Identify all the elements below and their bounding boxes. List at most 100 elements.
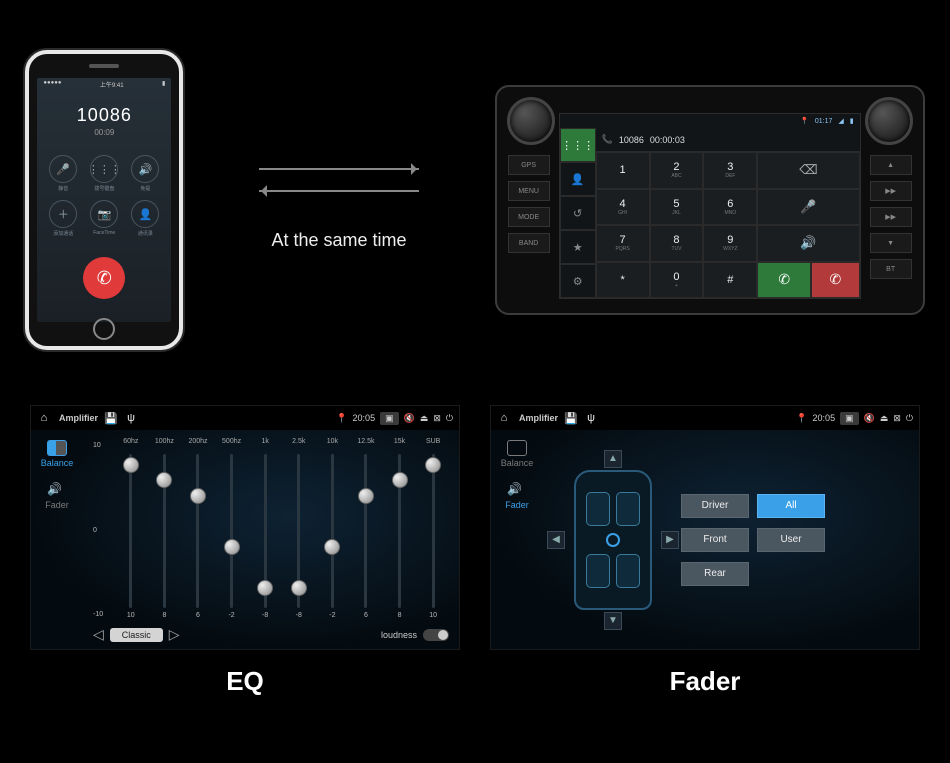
nav-fader[interactable]: Fader: [45, 482, 69, 510]
key-*[interactable]: *: [596, 262, 650, 299]
key-7[interactable]: 7PQRS: [596, 225, 650, 262]
preset-user[interactable]: User: [757, 528, 825, 552]
eq-slider-knob[interactable]: [392, 472, 408, 488]
eject-icon[interactable]: ⏏: [420, 413, 429, 424]
eq-slider[interactable]: [264, 454, 267, 608]
usb-icon[interactable]: ψ: [124, 412, 138, 424]
key-6[interactable]: 6MNO: [703, 189, 757, 226]
preset-front[interactable]: Front: [681, 528, 749, 552]
eq-slider-knob[interactable]: [156, 472, 172, 488]
hu-right-btn-0[interactable]: ▲: [870, 155, 912, 175]
eq-slider-knob[interactable]: [123, 457, 139, 473]
fader-position[interactable]: [606, 533, 620, 547]
fader-left[interactable]: ◀: [547, 531, 565, 549]
nav-fader[interactable]: Fader: [505, 482, 529, 510]
eq-slider[interactable]: [331, 454, 334, 608]
eq-slider-knob[interactable]: [224, 539, 240, 555]
eq-slider-knob[interactable]: [291, 580, 307, 596]
key-5[interactable]: 5JKL: [650, 189, 704, 226]
preset-rear[interactable]: Rear: [681, 562, 749, 586]
hu-btn-gps[interactable]: GPS: [508, 155, 550, 175]
eq-slider[interactable]: [230, 454, 233, 608]
key-answer[interactable]: ✆: [757, 262, 811, 299]
hu-btn-band[interactable]: BAND: [508, 233, 550, 253]
nav-balance[interactable]: Balance: [41, 440, 74, 468]
hu-right-btn-3[interactable]: ▼: [870, 233, 912, 253]
key-8[interactable]: 8TUV: [650, 225, 704, 262]
fader-down[interactable]: ▼: [604, 612, 622, 630]
key-9[interactable]: 9WXYZ: [703, 225, 757, 262]
power-icon[interactable]: ⏻: [906, 413, 913, 424]
favorites-tab[interactable]: ★: [560, 230, 596, 264]
eq-slider[interactable]: [398, 454, 401, 608]
eq-slider[interactable]: [196, 454, 199, 608]
home-icon[interactable]: ⌂: [497, 412, 511, 424]
close-icon[interactable]: ⊠: [893, 413, 901, 424]
key-mic[interactable]: 🎤: [757, 189, 859, 226]
key-2[interactable]: 2ABC: [650, 152, 704, 189]
close-icon[interactable]: ⊠: [433, 413, 441, 424]
preset-prev[interactable]: ◁: [93, 626, 104, 643]
eq-band-12.5k: 12.5k6: [350, 438, 382, 622]
eq-slider-knob[interactable]: [190, 488, 206, 504]
key-speaker[interactable]: 🔊: [757, 225, 859, 262]
fader-up[interactable]: ▲: [604, 450, 622, 468]
key-backspace[interactable]: ⌫: [757, 152, 859, 189]
call-option-0[interactable]: 🎤静音: [47, 155, 80, 192]
eq-slider-knob[interactable]: [425, 457, 441, 473]
call-option-3[interactable]: ＋添加通话: [47, 200, 80, 237]
save-icon[interactable]: 💾: [104, 412, 118, 425]
eq-slider[interactable]: [432, 454, 435, 608]
preset-button[interactable]: Classic: [110, 628, 163, 642]
preset-driver[interactable]: Driver: [681, 494, 749, 518]
eject-icon[interactable]: ⏏: [880, 413, 889, 424]
call-option-1[interactable]: ⋮⋮⋮拨号键盘: [88, 155, 121, 192]
key-3[interactable]: 3DEF: [703, 152, 757, 189]
hu-right-btn-1[interactable]: ▶▶: [870, 181, 912, 201]
eq-slider-knob[interactable]: [324, 539, 340, 555]
mute-icon[interactable]: 🔇: [864, 413, 875, 424]
key-1[interactable]: 1: [596, 152, 650, 189]
key-0[interactable]: 0+: [650, 262, 704, 299]
call-option-5[interactable]: 👤通讯录: [129, 200, 162, 237]
loudness-toggle[interactable]: [423, 629, 449, 641]
history-tab[interactable]: ↺: [560, 196, 596, 230]
call-option-4[interactable]: 📷FaceTime: [88, 200, 121, 237]
home-button[interactable]: [93, 318, 115, 340]
settings-tab[interactable]: ⚙: [560, 264, 596, 298]
eq-slider-knob[interactable]: [257, 580, 273, 596]
car-outline[interactable]: [574, 470, 652, 610]
call-option-2[interactable]: 🔊免提: [129, 155, 162, 192]
usb-icon[interactable]: ψ: [584, 412, 598, 424]
eq-freq-label: 500hz: [222, 438, 241, 450]
preset-all[interactable]: All: [757, 494, 825, 518]
key-4[interactable]: 4GHI: [596, 189, 650, 226]
hu-btn-menu[interactable]: MENU: [508, 181, 550, 201]
eq-value: 6: [196, 612, 200, 622]
nav-balance[interactable]: Balance: [501, 440, 534, 468]
calling-number: 10086: [77, 105, 132, 126]
hu-right-btn-4[interactable]: BT: [870, 259, 912, 279]
home-icon[interactable]: ⌂: [37, 412, 51, 424]
dialpad-tab[interactable]: ⋮⋮⋮: [560, 128, 596, 162]
volume-knob[interactable]: [507, 97, 555, 145]
key-#[interactable]: #: [703, 262, 757, 299]
eq-slider-knob[interactable]: [358, 488, 374, 504]
screenshot-icon[interactable]: ▣: [840, 412, 859, 425]
power-icon[interactable]: ⏻: [446, 413, 453, 424]
fader-right[interactable]: ▶: [661, 531, 679, 549]
save-icon[interactable]: 💾: [564, 412, 578, 425]
screenshot-icon[interactable]: ▣: [380, 412, 399, 425]
mute-icon[interactable]: 🔇: [404, 413, 415, 424]
eq-slider[interactable]: [364, 454, 367, 608]
hangup-button[interactable]: ✆: [83, 257, 125, 299]
eq-slider[interactable]: [297, 454, 300, 608]
hu-right-btn-2[interactable]: ▶▶: [870, 207, 912, 227]
tuner-knob[interactable]: [865, 97, 913, 145]
eq-slider[interactable]: [129, 454, 132, 608]
preset-next[interactable]: ▷: [169, 626, 180, 643]
contacts-tab[interactable]: 👤: [560, 162, 596, 196]
eq-slider[interactable]: [163, 454, 166, 608]
key-hangup[interactable]: ✆: [811, 262, 859, 299]
hu-btn-mode[interactable]: MODE: [508, 207, 550, 227]
